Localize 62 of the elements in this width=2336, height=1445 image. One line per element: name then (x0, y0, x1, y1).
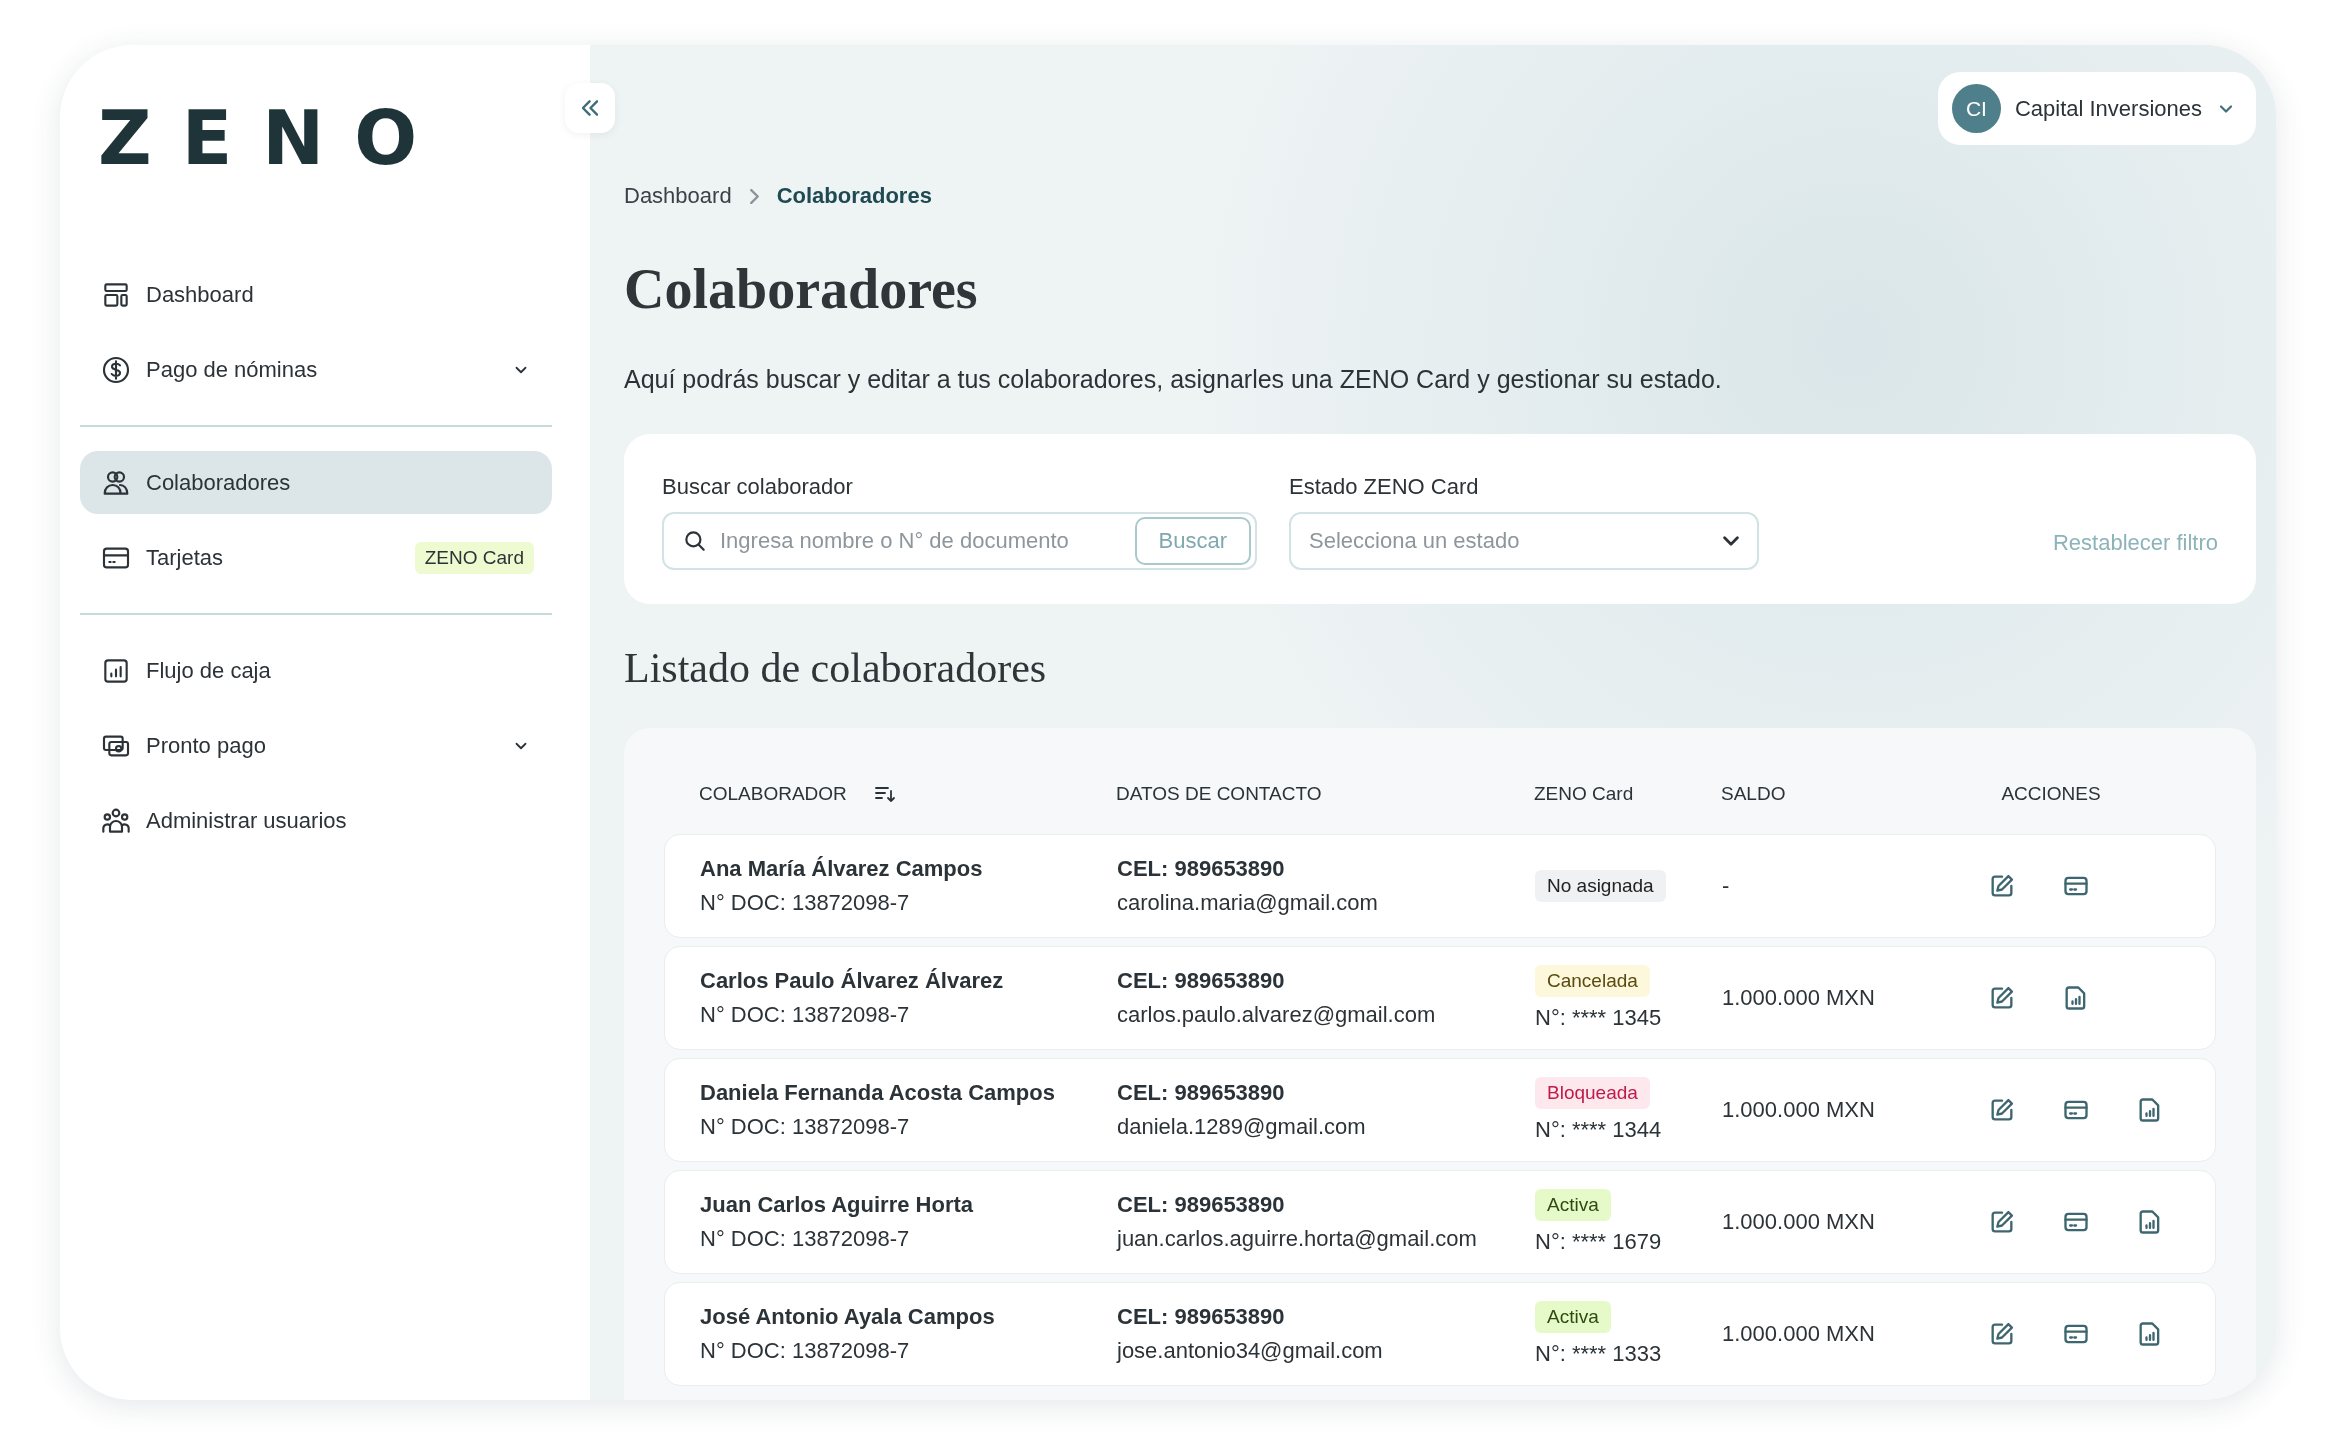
document-number: N° DOC: 13872098-7 (700, 889, 910, 916)
breadcrumb-link[interactable]: Dashboard (624, 183, 732, 209)
balance-amount: 1.000.000 MXN (1722, 1208, 1875, 1234)
sidebar-item[interactable]: Flujo de caja (80, 639, 552, 702)
field-label: Buscar colaborador (662, 473, 854, 500)
card-number: N°: **** 1679 (1535, 1228, 1662, 1255)
email-address: daniela.1289@gmail.com (1117, 1113, 1366, 1140)
card-number: N°: **** 1344 (1535, 1116, 1662, 1143)
double-chevron-left-icon (582, 100, 598, 116)
status-badge: No asignada (1535, 869, 1666, 902)
account-menu[interactable]: CI Capital Inversiones (1937, 72, 2256, 145)
balance-amount: 1.000.000 MXN (1722, 1096, 1875, 1122)
email-address: carlos.paulo.alvarez@gmail.com (1117, 1001, 1436, 1028)
status-badge: Cancelada (1535, 964, 1650, 997)
document-number: N° DOC: 13872098-7 (700, 1001, 910, 1028)
breadcrumb-link[interactable]: Colaboradores (776, 183, 932, 209)
phone-number: CEL: 989653890 (1117, 1079, 1285, 1106)
employee-name: Juan Carlos Aguirre Horta (700, 1191, 974, 1218)
column-header: COLABORADOR (699, 782, 847, 805)
column-header: SALDO (1721, 782, 1786, 804)
column-header: ACCIONES (2001, 782, 2101, 804)
status-badge: Activa (1535, 1300, 1611, 1333)
sidebar-item[interactable]: Pago de nóminas (80, 338, 552, 401)
column-header: ZENO Card (1534, 782, 1634, 804)
document-number: N° DOC: 13872098-7 (700, 1113, 910, 1140)
sidebar-item[interactable]: Tarjetas ZENO Card (80, 526, 552, 589)
phone-number: CEL: 989653890 (1117, 967, 1285, 994)
employee-name: Daniela Fernanda Acosta Campos (700, 1079, 1055, 1106)
employee-name: Carlos Paulo Álvarez Álvarez (700, 967, 1004, 994)
document-number: N° DOC: 13872098-7 (700, 1337, 910, 1364)
phone-number: CEL: 989653890 (1117, 1303, 1285, 1330)
status-badge: Bloqueada (1535, 1076, 1650, 1109)
collapse-button[interactable] (565, 83, 615, 133)
avatar: CI (1951, 84, 2001, 133)
employee-name: José Antonio Ayala Campos (700, 1303, 995, 1330)
email-address: carolina.maria@gmail.com (1117, 889, 1378, 916)
zeno-card-badge: ZENO Card (414, 541, 534, 574)
sidebar-item[interactable]: Pronto pago (80, 714, 552, 777)
chevron-down-icon (1723, 535, 1739, 546)
balance-amount: 1.000.000 MXN (1722, 984, 1875, 1010)
status-badge: Activa (1535, 1188, 1611, 1221)
sidebar-item[interactable]: Colaboradores (80, 451, 552, 514)
phone-number: CEL: 989653890 (1117, 855, 1285, 882)
chevron-right-icon (749, 188, 759, 204)
page-title: Colaboradores (624, 259, 979, 321)
phone-number: CEL: 989653890 (1117, 1191, 1285, 1218)
page-description: Aquí podrás buscar y editar a tus colaboradores, asignarles una ZENO Card y gestionar su estado. (624, 364, 1723, 394)
sidebar-item[interactable]: Dashboard (80, 263, 552, 326)
email-address: juan.carlos.aguirre.horta@gmail.com (1117, 1225, 1477, 1252)
card-number: N°: **** 1333 (1535, 1340, 1662, 1367)
field-label: Estado ZENO Card (1289, 473, 1480, 500)
employee-name: Ana María Álvarez Campos (700, 855, 983, 882)
column-header: DATOS DE CONTACTO (1116, 782, 1322, 804)
document-number: N° DOC: 13872098-7 (700, 1225, 910, 1252)
account-name: Capital Inversiones (2014, 95, 2202, 122)
section-title: Listado de colaboradores (624, 643, 1048, 692)
balance-amount: - (1722, 872, 1730, 898)
email-address: jose.antonio34@gmail.com (1117, 1337, 1383, 1364)
card-number: N°: **** 1345 (1535, 1004, 1662, 1031)
zeno-logo: ZENO (98, 101, 449, 175)
balance-amount: 1.000.000 MXN (1722, 1320, 1875, 1346)
sidebar-item[interactable]: Administrar usuarios (80, 789, 552, 852)
